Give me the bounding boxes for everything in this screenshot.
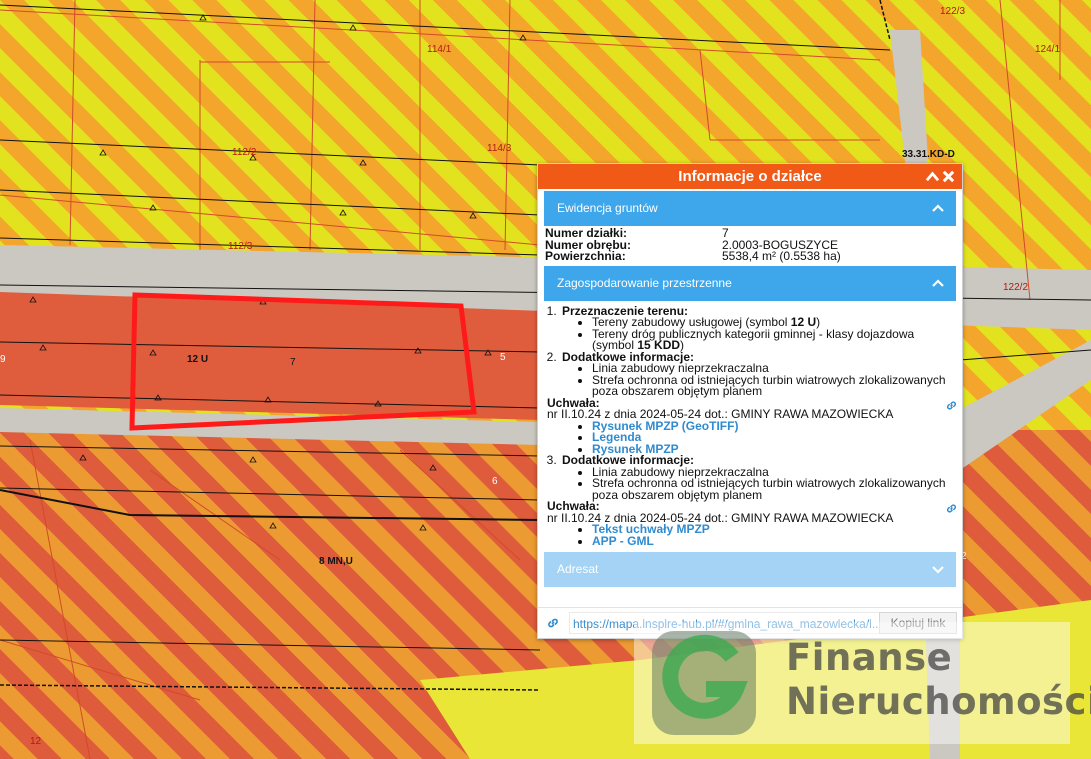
- collapse-icon[interactable]: [925, 169, 940, 184]
- link-icon[interactable]: [945, 399, 958, 412]
- zone-label: 12 U: [187, 354, 209, 365]
- parcel-label: 9: [0, 354, 6, 365]
- section-label: Ewidencja gruntów: [557, 201, 658, 215]
- parcel-label: 122/2: [1003, 282, 1029, 293]
- list-item: Rysunek MPZP (GeoTIFF): [592, 420, 956, 433]
- parcel-label: 112/2: [232, 147, 257, 158]
- list-item: Przeznaczenie terenu: Tereny zabudowy us…: [560, 305, 956, 352]
- kv-key: Powierzchnia:: [545, 249, 626, 263]
- chevron-up-icon: [932, 204, 944, 212]
- watermark-text: Nieruchomości: [786, 680, 1091, 723]
- list-item: Strefa ochronna od istniejących turbin w…: [592, 477, 956, 501]
- chevron-up-icon: [932, 278, 944, 287]
- parcel-label: 124/1: [1035, 44, 1061, 55]
- list-item: APP - GML: [592, 534, 956, 548]
- list-item: Strefa ochronna od istniejących turbin w…: [592, 374, 956, 398]
- ewidencja-details: Numer działki: 7 Numer obrębu: 2.0003-BO…: [545, 227, 956, 263]
- parcel-label: 122/3: [940, 6, 966, 17]
- link-icon[interactable]: [945, 502, 958, 515]
- section-ewidencja[interactable]: Ewidencja gruntów: [544, 191, 956, 226]
- panel-header: Informacje o działce: [538, 164, 962, 189]
- link-icon: [548, 618, 558, 628]
- parcel-label: 114/1: [427, 44, 452, 55]
- parcel-label: 7: [290, 357, 296, 368]
- watermark: Finanse Nieruchomości: [634, 622, 1091, 744]
- list-item: Dodatkowe informacje: Linia zabudowy nie…: [547, 351, 958, 456]
- chevron-down-icon: [932, 566, 944, 574]
- watermark-text: Finanse: [786, 636, 953, 679]
- panel-body: Ewidencja gruntów Numer działki: 7 Numer…: [538, 189, 962, 607]
- list-item: Dodatkowe informacje: Linia zabudowy nie…: [547, 454, 958, 548]
- kv-row: Powierzchnia: 5538,4 m² (0.5538 ha): [545, 249, 956, 263]
- parcel-info-panel: Informacje o działce Ewidencja gruntów N…: [537, 163, 963, 639]
- road-label: 33.31.KD-D: [902, 149, 955, 160]
- parcel-label: 5: [500, 352, 506, 363]
- g-logo-icon: [652, 631, 756, 735]
- parcel-label: 6: [492, 476, 498, 487]
- parcel-label: 112/3: [228, 241, 253, 252]
- section-zagospodarowanie[interactable]: Zagospodarowanie przestrzenne: [544, 265, 956, 301]
- section-label: Zagospodarowanie przestrzenne: [557, 275, 732, 290]
- section-adresat[interactable]: Adresat: [544, 552, 956, 587]
- section-label: Adresat: [557, 562, 599, 576]
- zone-label: 8 MN,U: [319, 556, 353, 567]
- panel-title: Informacje o działce: [678, 168, 822, 185]
- kv-value: 5538,4 m² (0.5538 ha): [722, 249, 841, 263]
- close-icon[interactable]: [941, 169, 956, 184]
- parcel-label: 114/3: [487, 143, 512, 154]
- link-app-gml[interactable]: APP - GML: [592, 534, 654, 548]
- parcel-label: 12: [30, 736, 42, 747]
- list-item: Tereny dróg publicznych kategorii gminne…: [592, 328, 956, 352]
- zagospodarowanie-details: Przeznaczenie terenu: Tereny zabudowy us…: [544, 301, 958, 550]
